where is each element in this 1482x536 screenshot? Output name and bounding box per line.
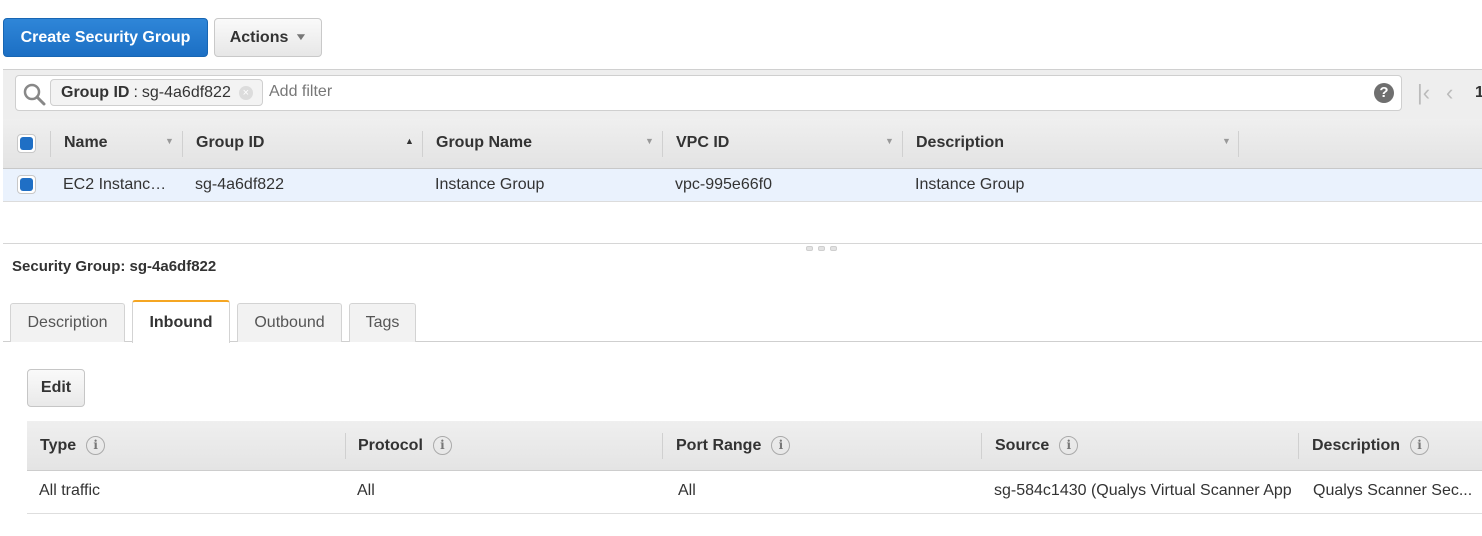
rule-cell-protocol: All xyxy=(357,482,375,499)
rules-column-label: Protocol xyxy=(358,436,423,454)
sort-ascending-icon[interactable]: ▲ xyxy=(405,136,414,146)
actions-dropdown-button[interactable]: Actions ▼ xyxy=(214,18,322,57)
rule-cell-type: All traffic xyxy=(39,482,101,499)
rules-column-type: Type i xyxy=(40,436,106,455)
rules-column-label: Source xyxy=(995,436,1050,454)
detail-title: Security Group: sg-4a6df822 xyxy=(12,258,217,275)
rule-cell-source: sg-584c1430 (Qualys Virtual Scanner App xyxy=(994,482,1292,499)
create-security-group-button[interactable]: Create Security Group xyxy=(3,18,208,57)
column-header-vpc-id[interactable]: VPC ID xyxy=(676,134,729,152)
column-header-group-name[interactable]: Group Name xyxy=(436,134,532,152)
cell-name: EC2 Instanc… xyxy=(63,176,167,193)
column-divider xyxy=(662,433,663,459)
first-page-icon[interactable]: |‹ xyxy=(1417,80,1430,106)
column-divider xyxy=(1298,433,1299,459)
rules-column-label: Type xyxy=(40,436,77,454)
tab-outbound[interactable]: Outbound xyxy=(237,303,342,342)
sort-icon[interactable]: ▼ xyxy=(885,136,894,146)
rules-column-description: Description i xyxy=(1312,436,1430,455)
rule-cell-port-range: All xyxy=(678,482,696,499)
page-number: 1 xyxy=(1475,84,1482,101)
column-divider[interactable] xyxy=(182,131,183,157)
row-checkbox[interactable] xyxy=(17,175,36,194)
actions-label: Actions xyxy=(229,28,289,46)
cell-group-id: sg-4a6df822 xyxy=(195,176,284,193)
info-icon[interactable]: i xyxy=(86,436,106,455)
select-all-checkbox[interactable] xyxy=(17,134,36,153)
add-filter-input[interactable]: Add filter xyxy=(269,83,332,101)
rules-column-source: Source i xyxy=(995,436,1079,455)
column-divider xyxy=(345,433,346,459)
info-icon[interactable]: i xyxy=(1059,436,1079,455)
info-icon[interactable]: i xyxy=(771,436,791,455)
cell-description: Instance Group xyxy=(915,176,1025,193)
column-divider[interactable] xyxy=(422,131,423,157)
column-divider xyxy=(981,433,982,459)
chevron-down-icon: ▼ xyxy=(294,32,309,43)
help-icon[interactable]: ? xyxy=(1374,83,1394,103)
filter-chip-value: sg-4a6df822 xyxy=(141,83,231,101)
sort-icon[interactable]: ▼ xyxy=(1222,136,1231,146)
rule-cell-description: Qualys Scanner Sec... xyxy=(1313,482,1473,499)
info-icon[interactable]: i xyxy=(1410,436,1430,455)
rules-column-protocol: Protocol i xyxy=(358,436,452,455)
column-divider[interactable] xyxy=(662,131,663,157)
cell-vpc-id: vpc-995e66f0 xyxy=(675,176,772,193)
previous-page-icon[interactable]: ‹ xyxy=(1446,80,1453,106)
rule-row-divider xyxy=(27,513,1482,514)
remove-filter-icon[interactable]: × xyxy=(238,85,253,100)
sort-icon[interactable]: ▼ xyxy=(645,136,654,146)
column-divider[interactable] xyxy=(1238,131,1239,157)
resize-handle[interactable] xyxy=(806,246,837,251)
rules-column-label: Description xyxy=(1312,436,1401,454)
filter-chip-separator: : xyxy=(133,83,138,101)
tab-inbound[interactable]: Inbound xyxy=(132,300,230,343)
sort-icon[interactable]: ▼ xyxy=(165,136,174,146)
column-header-group-id[interactable]: Group ID xyxy=(196,134,264,152)
edit-rules-button[interactable]: Edit xyxy=(27,369,85,407)
rules-column-port-range: Port Range i xyxy=(676,436,791,455)
column-header-description[interactable]: Description xyxy=(916,134,1004,152)
tab-tags[interactable]: Tags xyxy=(349,303,416,342)
info-icon[interactable]: i xyxy=(432,436,452,455)
rules-column-label: Port Range xyxy=(676,436,762,454)
cell-group-name: Instance Group xyxy=(435,176,545,193)
tab-description[interactable]: Description xyxy=(10,303,125,342)
pane-divider xyxy=(3,243,1482,244)
column-header-name[interactable]: Name xyxy=(64,134,108,152)
column-divider xyxy=(50,131,51,157)
column-divider[interactable] xyxy=(902,131,903,157)
search-icon xyxy=(23,83,46,106)
filter-chip-group-id[interactable]: Group ID : sg-4a6df822 × xyxy=(50,79,263,106)
filter-chip-key: Group ID xyxy=(61,83,130,101)
